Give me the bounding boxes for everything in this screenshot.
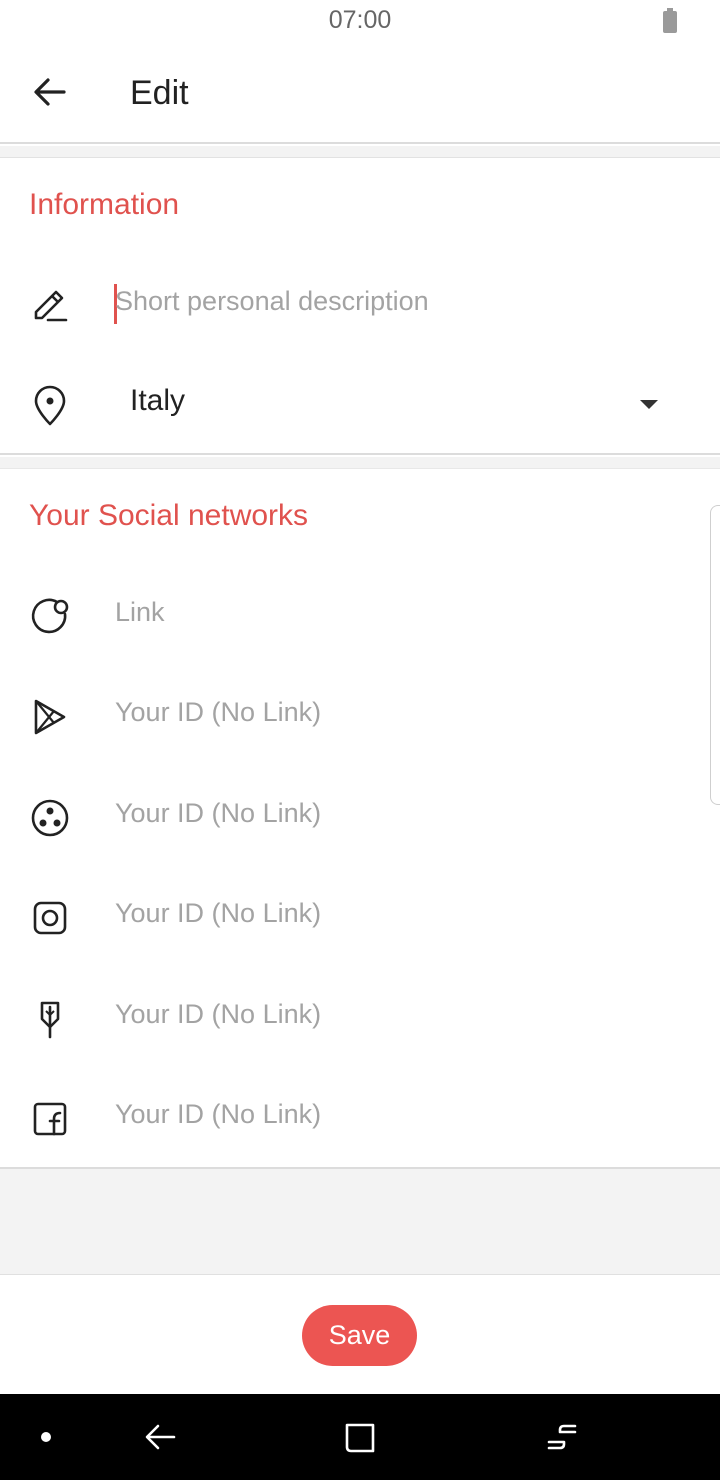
instagram-id-input[interactable]: Your ID (No Link) <box>115 898 321 929</box>
app-bar: Edit <box>0 44 720 144</box>
scrollbar[interactable] <box>710 505 720 805</box>
empty-area <box>0 1169 720 1274</box>
social-link-field[interactable]: Link <box>0 575 720 655</box>
social-feather-field[interactable]: Your ID (No Link) <box>0 977 720 1057</box>
dots-id-input[interactable]: Your ID (No Link) <box>115 798 321 829</box>
section-divider <box>0 457 720 469</box>
caret-down-icon[interactable] <box>640 400 658 409</box>
status-bar: 07:00 <box>0 0 720 44</box>
social-instagram-field[interactable]: Your ID (No Link) <box>0 876 720 956</box>
website-icon <box>31 598 69 634</box>
nav-back-icon[interactable] <box>142 1420 178 1454</box>
page-title: Edit <box>130 74 189 112</box>
dot-icon[interactable] <box>38 1429 54 1445</box>
information-title: Information <box>29 188 180 221</box>
dots-circle-icon <box>31 799 69 837</box>
nav-recents-icon[interactable] <box>544 1420 580 1454</box>
section-divider <box>0 146 720 158</box>
nav-home-icon[interactable] <box>342 1420 378 1454</box>
information-card: Information Short personal description I… <box>0 158 720 455</box>
description-row[interactable]: Short personal description <box>0 264 720 344</box>
arrow-left-icon[interactable] <box>30 72 70 112</box>
country-select[interactable]: Italy <box>0 364 720 444</box>
location-pin-icon <box>34 385 66 426</box>
play-store-icon <box>34 699 66 735</box>
bottom-bar: Save <box>0 1274 720 1394</box>
pencil-icon <box>34 290 68 322</box>
battery-icon <box>663 8 677 33</box>
system-nav-bar <box>0 1394 720 1480</box>
country-value: Italy <box>130 384 186 417</box>
social-playstore-field[interactable]: Your ID (No Link) <box>0 675 720 755</box>
description-input[interactable]: Short personal description <box>115 286 429 317</box>
status-time: 07:00 <box>328 6 392 34</box>
playstore-id-input[interactable]: Your ID (No Link) <box>115 697 321 728</box>
save-button[interactable]: Save <box>302 1305 417 1366</box>
feather-id-input[interactable]: Your ID (No Link) <box>115 999 321 1030</box>
instagram-icon <box>33 901 67 935</box>
feather-icon <box>40 1001 60 1039</box>
facebook-icon <box>33 1102 67 1136</box>
social-card: Your Social networks Link Your ID (No Li… <box>0 469 720 1169</box>
social-dots-field[interactable]: Your ID (No Link) <box>0 776 720 856</box>
social-facebook-field[interactable]: Your ID (No Link) <box>0 1077 720 1157</box>
link-input[interactable]: Link <box>115 597 165 628</box>
facebook-id-input[interactable]: Your ID (No Link) <box>115 1099 321 1130</box>
social-title: Your Social networks <box>29 499 309 532</box>
